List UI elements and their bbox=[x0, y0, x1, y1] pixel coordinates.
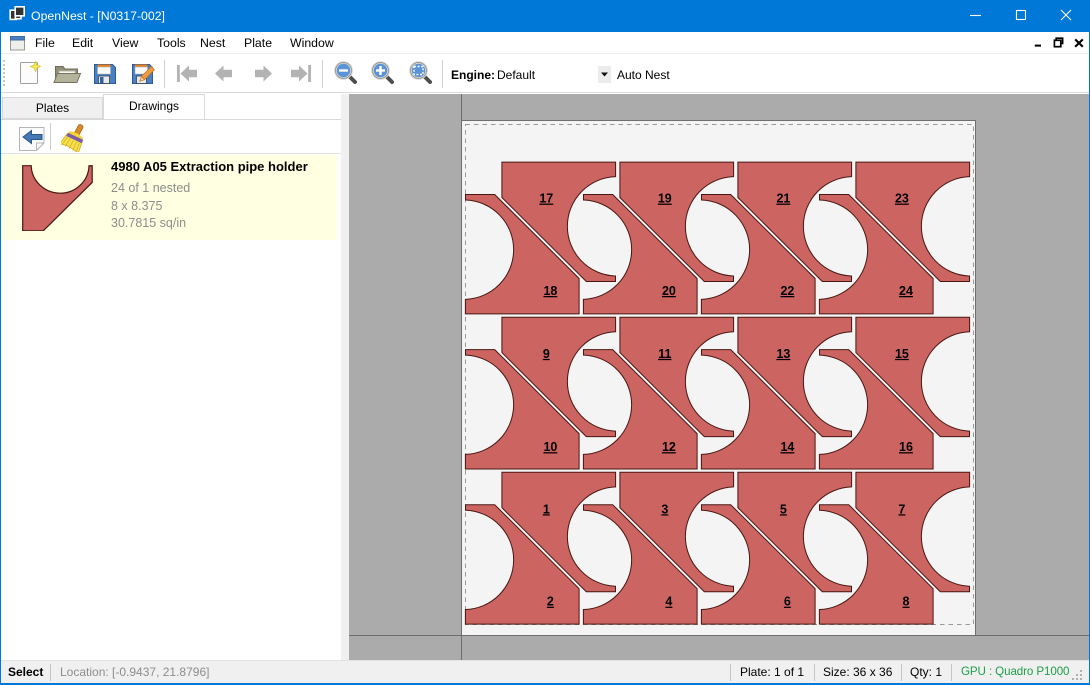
svg-text:21: 21 bbox=[776, 192, 790, 206]
svg-text:1: 1 bbox=[543, 502, 550, 516]
svg-text:14: 14 bbox=[780, 440, 794, 454]
svg-text:3: 3 bbox=[661, 502, 668, 516]
svg-text:22: 22 bbox=[780, 284, 794, 298]
svg-text:23: 23 bbox=[895, 192, 909, 206]
svg-text:20: 20 bbox=[662, 284, 676, 298]
svg-text:7: 7 bbox=[898, 502, 905, 516]
svg-text:19: 19 bbox=[658, 192, 672, 206]
svg-text:2: 2 bbox=[547, 595, 554, 609]
svg-text:24: 24 bbox=[899, 284, 913, 298]
svg-text:16: 16 bbox=[899, 440, 913, 454]
svg-text:13: 13 bbox=[776, 347, 790, 361]
svg-text:15: 15 bbox=[895, 347, 909, 361]
svg-text:10: 10 bbox=[543, 440, 557, 454]
svg-text:9: 9 bbox=[543, 347, 550, 361]
svg-text:6: 6 bbox=[784, 595, 791, 609]
svg-text:4: 4 bbox=[665, 595, 672, 609]
svg-text:11: 11 bbox=[658, 347, 671, 361]
svg-text:5: 5 bbox=[780, 502, 787, 516]
svg-text:8: 8 bbox=[903, 595, 910, 609]
svg-text:12: 12 bbox=[662, 440, 676, 454]
svg-text:18: 18 bbox=[543, 284, 557, 298]
svg-text:17: 17 bbox=[539, 192, 553, 206]
